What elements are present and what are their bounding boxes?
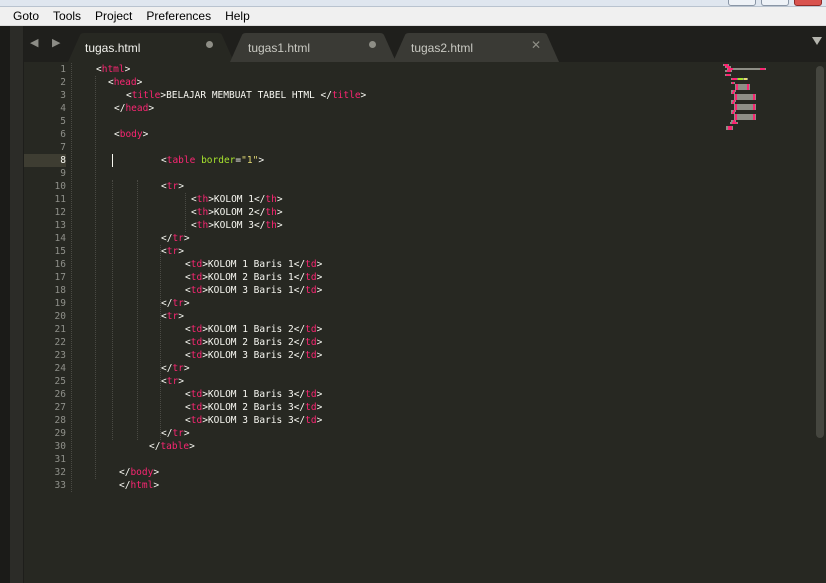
minimap-segment [730,74,731,76]
tab-tugas-html[interactable]: tugas.html [68,33,234,62]
code-line: </html> [119,480,160,491]
menu-goto[interactable]: Goto [0,7,46,26]
tab-nav-arrows-icon[interactable]: ◀ ▶ [30,36,65,49]
tab-tugas2-html[interactable]: tugas2.html ✕ [393,33,559,62]
menu-bar: Goto Tools Project Preferences Help [0,7,826,26]
code-line: <tr> [161,311,184,322]
code-line: <th>KOLOM 3</th> [191,220,283,231]
minimap-segment [749,88,750,90]
code-line: <tr> [161,246,184,257]
minimap-segment [755,98,756,100]
minimap-segment [737,118,753,120]
code-line: <th>KOLOM 1</th> [191,194,283,205]
menu-help[interactable]: Help [218,7,257,26]
minimap-segment [755,118,756,120]
minimap-segment [755,108,756,110]
code-line: <td>KOLOM 1 Baris 1</td> [185,259,323,270]
code-line: </tr> [161,428,190,439]
tab-label: tugas.html [85,41,141,55]
code-line: <html> [96,64,131,75]
minimap-segment [735,90,736,92]
tab-bar: ◀ ▶ tugas.html tugas1.html tugas2.html ✕ [24,26,826,62]
code-line: <tr> [161,181,184,192]
code-line: <th>KOLOM 2</th> [191,207,283,218]
code-line: <td>KOLOM 1 Baris 2</td> [185,324,323,335]
minimap-segment [765,68,766,70]
code-line: <td>KOLOM 3 Baris 2</td> [185,350,323,361]
code-line: </tr> [161,233,190,244]
tab-label: tugas1.html [248,41,311,55]
minimap-segment [735,100,736,102]
window-left-edge [0,26,10,583]
close-tab-icon[interactable]: ✕ [531,39,541,51]
menu-preferences[interactable]: Preferences [139,7,218,26]
indent-guide [185,193,186,232]
minimap-segment [737,98,753,100]
code-line: <td>KOLOM 1 Baris 3</td> [185,389,323,400]
code-line: <td>KOLOM 3 Baris 3</td> [185,415,323,426]
indent-guide [95,76,96,479]
close-window-button[interactable] [794,0,822,6]
minimap[interactable] [714,64,766,134]
minimap-segment [731,70,732,72]
code-line: </tr> [161,298,190,309]
tab-tugas1-html[interactable]: tugas1.html [230,33,396,62]
indent-guide [112,180,113,440]
minimap-segment [737,108,753,110]
code-line: <title>BELAJAR MEMBUAT TABEL HTML </titl… [126,90,367,101]
minimap-segment [735,110,736,112]
minimap-segment [732,128,733,130]
sidebar-frame [10,26,24,583]
minimize-button[interactable] [728,0,756,6]
code-line: <td>KOLOM 2 Baris 3</td> [185,402,323,413]
indent-guide [71,63,72,492]
scrollbar-thumb[interactable] [816,66,824,438]
code-line: </tr> [161,363,190,374]
code-line: </table> [149,441,195,452]
code-line: <table border="1"> [161,155,265,166]
indent-guide [160,245,161,440]
code-area[interactable]: <html> <head> <title>BELAJAR MEMBUAT TABEL… [24,62,814,583]
code-editor[interactable]: 1 2 3 4 5 6 7 8 9 10 11 12 13 14 15 16 17 18 19 20 21 22 23 24 2… [24,62,814,583]
unsaved-dot-icon [369,41,376,48]
code-line: <tr> [161,376,184,387]
code-line: <body> [114,129,149,140]
text-caret [112,154,113,167]
code-line: </body> [119,467,160,478]
code-line: </head> [114,103,155,114]
menu-project[interactable]: Project [88,7,139,26]
minimap-segment [737,122,738,124]
tab-list-dropdown-icon[interactable] [812,37,822,45]
code-line: <td>KOLOM 2 Baris 1</td> [185,272,323,283]
code-line: <td>KOLOM 2 Baris 2</td> [185,337,323,348]
vertical-scrollbar[interactable] [814,62,826,583]
code-line: <head> [108,77,143,88]
indent-guide [137,180,138,440]
minimap-segment [738,88,747,90]
minimap-segment [747,78,748,80]
minimap-segment [733,68,760,70]
tab-label: tugas2.html [411,41,474,55]
code-line: <td>KOLOM 3 Baris 1</td> [185,285,323,296]
unsaved-dot-icon [206,41,213,48]
menu-tools[interactable]: Tools [46,7,88,26]
maximize-button[interactable] [761,0,789,6]
